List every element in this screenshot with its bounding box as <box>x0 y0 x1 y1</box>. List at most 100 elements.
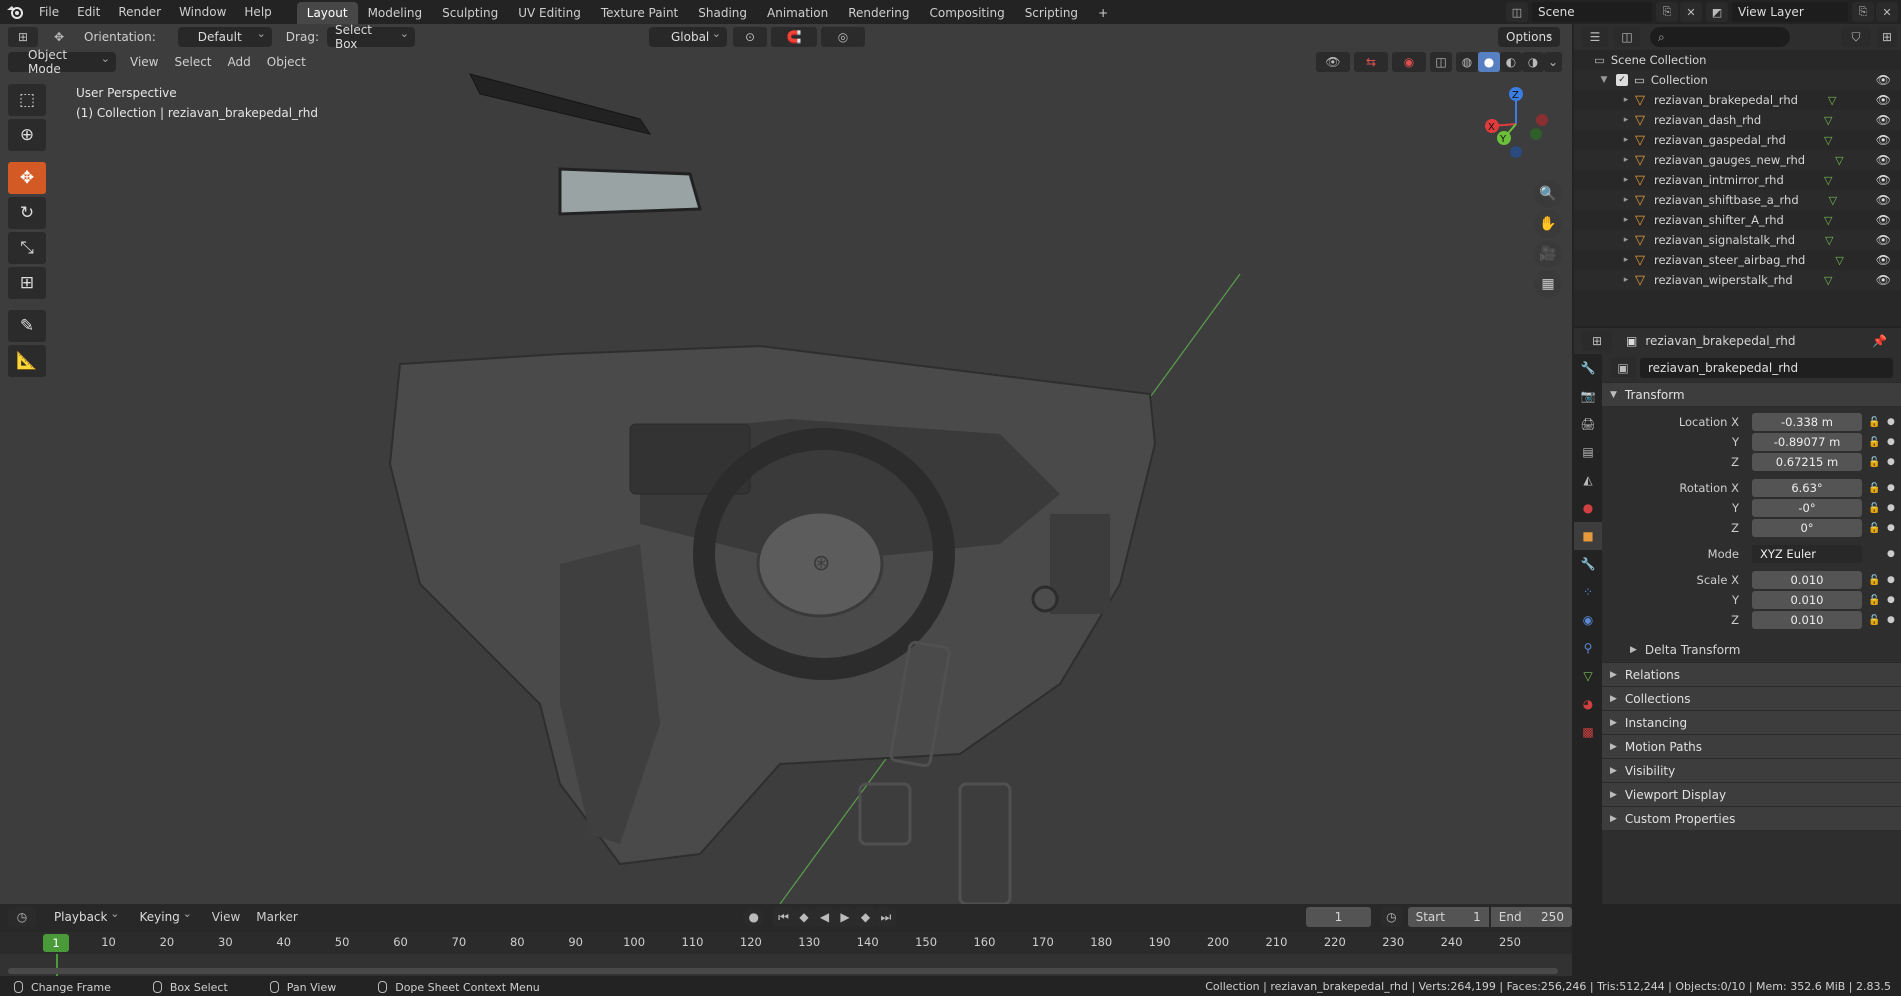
scene-browse-icon[interactable]: ◫ <box>1506 2 1528 22</box>
eye-icon[interactable]: 👁 <box>1876 233 1891 247</box>
end-frame-field[interactable]: End 250 <box>1490 907 1572 927</box>
scene-field[interactable]: Scene <box>1532 2 1652 22</box>
keyframe-dot-icon[interactable]: ● <box>1887 457 1895 467</box>
expand-arrow-icon[interactable]: ▸ <box>1620 135 1632 145</box>
scale-tool-icon[interactable]: ⤡ <box>8 232 46 264</box>
mesh-data-icon[interactable]: ▽ <box>1824 214 1832 227</box>
outliner-editor-type-icon[interactable]: ☰ <box>1582 27 1608 47</box>
keyframe-dot-icon[interactable]: ● <box>1887 417 1895 427</box>
location-y-field[interactable]: -0.89077 m <box>1752 433 1862 451</box>
tab-rendering[interactable]: Rendering <box>838 2 919 24</box>
physics-tab-icon[interactable]: ◉ <box>1574 606 1602 634</box>
mesh-data-icon[interactable]: ▽ <box>1835 154 1843 167</box>
eye-icon[interactable]: 👁 <box>1876 133 1891 147</box>
3d-viewport[interactable]: ⊞ ✥ Orientation: Default Drag: Select Bo… <box>0 24 1572 904</box>
delete-view-layer-icon[interactable]: ✕ <box>1876 2 1898 22</box>
expand-arrow-icon[interactable]: ▸ <box>1620 175 1632 185</box>
tab-texture-paint[interactable]: Texture Paint <box>591 2 688 24</box>
lock-icon[interactable]: 🔓 <box>1868 615 1880 626</box>
eye-icon[interactable]: 👁 <box>1876 93 1891 107</box>
eye-icon[interactable]: 👁 <box>1876 113 1891 127</box>
jump-keyframe-back-icon[interactable]: ◆ <box>793 907 815 927</box>
view-layer-browse-icon[interactable]: ◩ <box>1706 2 1728 22</box>
outliner-object-row[interactable]: ▸ ▽ reziavan_shifter_A_rhd ▽ 👁 <box>1574 210 1901 230</box>
outliner-object-row[interactable]: ▸ ▽ reziavan_dash_rhd ▽ 👁 <box>1574 110 1901 130</box>
mesh-data-icon[interactable]: ▽ <box>1835 254 1843 267</box>
jump-keyframe-forward-icon[interactable]: ◆ <box>855 907 876 927</box>
jump-end-icon[interactable]: ⏭ <box>875 907 897 927</box>
eye-icon[interactable]: 👁 <box>1876 173 1891 187</box>
delete-scene-icon[interactable]: ✕ <box>1680 2 1702 22</box>
object-tab-icon[interactable]: ■ <box>1574 522 1602 550</box>
mesh-data-icon[interactable]: ▽ <box>1829 194 1837 207</box>
location-z-field[interactable]: 0.67215 m <box>1752 453 1862 471</box>
data-tab-icon[interactable]: ▽ <box>1574 662 1602 690</box>
menu-render[interactable]: Render <box>109 0 170 24</box>
mesh-data-icon[interactable]: ▽ <box>1824 134 1832 147</box>
eye-icon[interactable]: 👁 <box>1876 213 1891 227</box>
mesh-data-icon[interactable]: ▽ <box>1828 94 1836 107</box>
lock-icon[interactable]: 🔓 <box>1868 437 1880 448</box>
expand-arrow-icon[interactable]: ▸ <box>1620 275 1632 285</box>
display-mode-icon[interactable]: ◫ <box>1614 27 1640 47</box>
keyframe-dot-icon[interactable]: ● <box>1887 503 1895 513</box>
ortho-toggle-icon[interactable]: ▦ <box>1534 270 1562 298</box>
add-workspace-button[interactable]: + <box>1088 2 1118 24</box>
expand-arrow-icon[interactable]: ▸ <box>1620 255 1632 265</box>
select-box-tool-icon[interactable]: ⬚ <box>8 84 46 116</box>
timeline-ruler[interactable]: 1 10 20 30 40 50 60 70 80 90 100 110 120 130 140 150 160… <box>0 932 1572 954</box>
outliner-search-input[interactable]: ⌕ <box>1650 27 1790 47</box>
lock-icon[interactable]: 🔓 <box>1868 503 1880 514</box>
particles-tab-icon[interactable]: ⁘ <box>1574 578 1602 606</box>
eye-icon[interactable]: 👁 <box>1876 73 1891 87</box>
material-tab-icon[interactable]: ◕ <box>1574 690 1602 718</box>
panel-header-viewport-display[interactable]: ▶ Viewport Display <box>1602 782 1901 806</box>
tab-shading[interactable]: Shading <box>688 2 757 24</box>
output-tab-icon[interactable]: 🖨 <box>1574 410 1602 438</box>
new-scene-icon[interactable]: ⎘ <box>1656 2 1678 22</box>
object-name-field[interactable]: reziavan_brakepedal_rhd <box>1640 358 1893 378</box>
lock-icon[interactable]: 🔓 <box>1868 575 1880 586</box>
keyframe-dot-icon[interactable]: ● <box>1887 575 1895 585</box>
timeline-menu-view[interactable]: View <box>212 910 240 924</box>
jump-start-icon[interactable]: ⏮ <box>773 907 794 927</box>
menu-file[interactable]: File <box>30 0 68 24</box>
camera-view-icon[interactable]: 🎥 <box>1534 240 1562 268</box>
rotation-mode-dropdown[interactable]: XYZ Euler <box>1752 545 1862 563</box>
preview-range-icon[interactable]: ◷ <box>1381 907 1402 927</box>
panel-header-collections[interactable]: ▶ Collections <box>1602 686 1901 710</box>
panel-header-visibility[interactable]: ▶ Visibility <box>1602 758 1901 782</box>
scale-x-field[interactable]: 0.010 <box>1752 571 1862 589</box>
pin-icon[interactable]: 📌 <box>1872 334 1887 348</box>
tab-scripting[interactable]: Scripting <box>1015 2 1088 24</box>
pan-hand-icon[interactable]: ✋ <box>1534 210 1562 238</box>
play-reverse-icon[interactable]: ◀ <box>814 907 835 927</box>
exclude-checkbox[interactable]: ✓ <box>1616 74 1628 86</box>
view-layer-field[interactable]: View Layer <box>1732 2 1848 22</box>
current-frame-field[interactable]: 1 <box>1305 907 1372 927</box>
outliner-object-row[interactable]: ▸ ▽ reziavan_wiperstalk_rhd ▽ 👁 <box>1574 270 1901 290</box>
panel-header-motion-paths[interactable]: ▶ Motion Paths <box>1602 734 1901 758</box>
tab-compositing[interactable]: Compositing <box>919 2 1014 24</box>
playback-dropdown[interactable]: Playback <box>45 907 126 927</box>
dashboard-model[interactable]: ⊛ <box>388 73 1157 904</box>
location-x-field[interactable]: -0.338 m <box>1752 413 1862 431</box>
modifier-tab-icon[interactable]: 🔧 <box>1574 550 1602 578</box>
current-frame-marker[interactable]: 1 <box>43 934 69 952</box>
new-view-layer-icon[interactable]: ⎘ <box>1852 2 1874 22</box>
view-layer-tab-icon[interactable]: ▤ <box>1574 438 1602 466</box>
expand-arrow-icon[interactable]: ▸ <box>1620 195 1632 205</box>
outliner-object-row[interactable]: ▸ ▽ reziavan_shiftbase_a_rhd ▽ 👁 <box>1574 190 1901 210</box>
keyframe-dot-icon[interactable]: ● <box>1887 523 1895 533</box>
lock-icon[interactable]: 🔓 <box>1868 595 1880 606</box>
panel-header-relations[interactable]: ▶ Relations <box>1602 662 1901 686</box>
blender-logo-icon[interactable] <box>0 0 30 24</box>
timeline-menu-marker[interactable]: Marker <box>256 910 297 924</box>
rotation-y-field[interactable]: -0° <box>1752 499 1862 517</box>
transform-panel-header[interactable]: ▼ Transform <box>1602 382 1901 406</box>
mesh-data-icon[interactable]: ▽ <box>1824 174 1832 187</box>
collection-row[interactable]: ▼ ✓ ▭ Collection 👁 <box>1574 70 1901 90</box>
keyframe-dot-icon[interactable]: ● <box>1887 549 1895 559</box>
menu-window[interactable]: Window <box>170 0 235 24</box>
render-tab-icon[interactable]: 📷 <box>1574 382 1602 410</box>
